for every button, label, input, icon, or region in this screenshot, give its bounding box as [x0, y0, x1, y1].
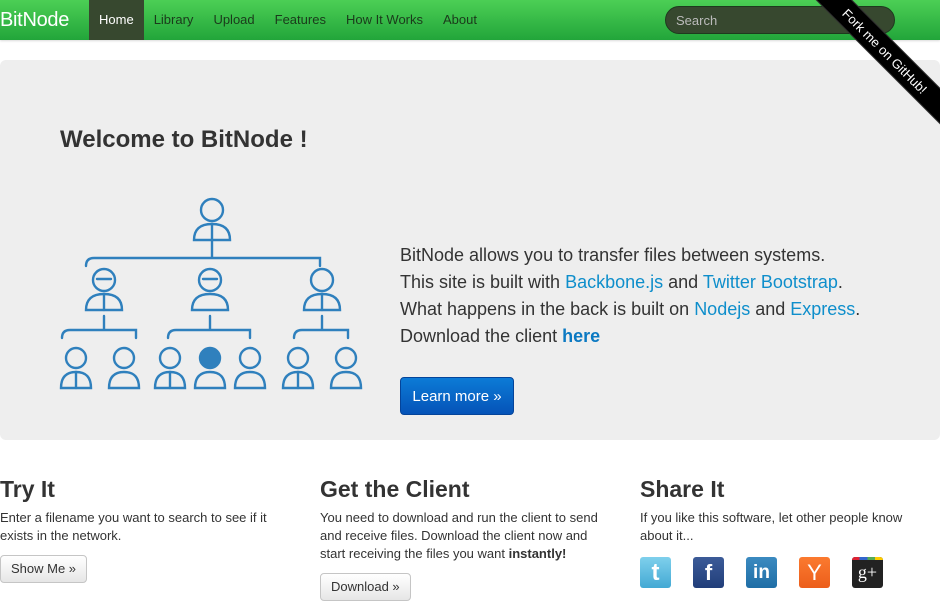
hero-line-2: This site is built with Backbone.js and … — [400, 269, 860, 296]
person-icon — [281, 346, 315, 390]
org-chart-icon — [59, 197, 363, 390]
hackernews-icon[interactable]: Y — [799, 557, 830, 588]
nav-library[interactable]: Library — [144, 0, 204, 40]
person-icon — [233, 346, 267, 390]
hero-line-3: What happens in the back is built on Nod… — [400, 296, 860, 323]
download-button[interactable]: Download » — [320, 573, 411, 601]
download-here-link[interactable]: here — [562, 326, 600, 346]
text: . — [855, 299, 861, 319]
googleplus-icon[interactable]: g+ — [852, 557, 883, 588]
try-it-column: Try It Enter a filename you want to sear… — [0, 476, 290, 583]
share-it-text: If you like this software, let other peo… — [640, 510, 903, 543]
show-me-button[interactable]: Show Me » — [0, 555, 88, 583]
text: Download the client — [400, 326, 563, 346]
person-icon — [302, 267, 342, 312]
share-it-heading: Share It — [640, 476, 725, 502]
nav-how-it-works[interactable]: How It Works — [336, 0, 433, 40]
person-icon — [193, 346, 227, 390]
hero-line-1: BitNode allows you to transfer files bet… — [400, 245, 826, 265]
nav-about[interactable]: About — [433, 0, 487, 40]
person-icon — [192, 197, 232, 242]
get-client-column: Get the Client You need to download and … — [320, 476, 610, 601]
text: This site is built with — [400, 272, 566, 292]
person-icon — [107, 346, 141, 390]
nav-menu: Home Library Upload Features How It Work… — [89, 0, 487, 40]
learn-more-button[interactable]: Learn more » — [400, 377, 514, 415]
nav-home[interactable]: Home — [89, 0, 144, 40]
person-icon — [153, 346, 187, 390]
hero-unit: Welcome to BitNode ! BitNode allows you … — [0, 60, 940, 440]
linkedin-icon[interactable]: in — [746, 557, 777, 588]
express-link[interactable]: Express — [790, 299, 855, 319]
nav-upload[interactable]: Upload — [203, 0, 264, 40]
share-it-column: Share It If you like this software, let … — [640, 476, 930, 588]
facebook-icon[interactable]: f — [693, 557, 724, 588]
page-title: Welcome to BitNode ! — [60, 126, 308, 153]
backbone-link[interactable]: Backbone.js — [565, 272, 663, 292]
bootstrap-link[interactable]: Twitter Bootstrap — [703, 272, 838, 292]
text: . — [837, 272, 843, 292]
text: What happens in the back is built on — [400, 299, 695, 319]
try-it-heading: Try It — [0, 476, 55, 502]
person-icon — [190, 267, 230, 312]
twitter-icon[interactable]: t — [640, 557, 671, 588]
navbar: BitNode Home Library Upload Features How… — [0, 0, 940, 40]
hero-description: BitNode allows you to transfer files bet… — [400, 242, 860, 350]
person-icon — [59, 346, 93, 390]
social-links: t f in Y g+ — [640, 557, 930, 588]
nodejs-link[interactable]: Nodejs — [694, 299, 750, 319]
hero-line-4: Download the client here — [400, 323, 860, 350]
nav-features[interactable]: Features — [265, 0, 336, 40]
person-icon — [84, 267, 124, 312]
text-bold: instantly! — [508, 546, 567, 561]
person-icon — [329, 346, 363, 390]
brand-logo[interactable]: BitNode — [0, 9, 69, 32]
text: and — [663, 272, 703, 292]
get-client-text: You need to download and run the client … — [320, 509, 610, 563]
try-it-text: Enter a filename you want to search to s… — [0, 510, 267, 543]
get-client-heading: Get the Client — [320, 476, 470, 502]
text: and — [750, 299, 791, 319]
